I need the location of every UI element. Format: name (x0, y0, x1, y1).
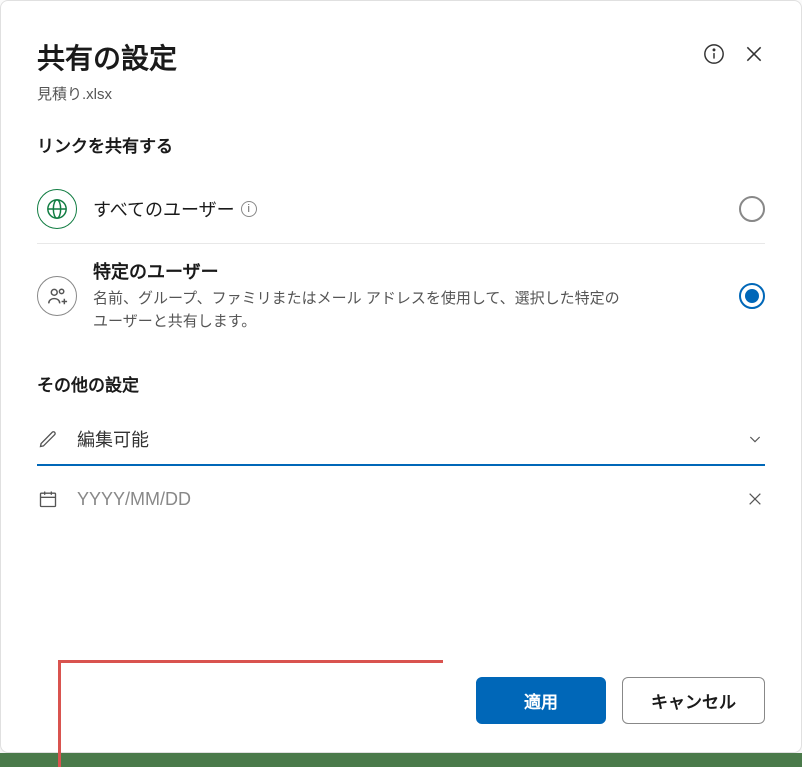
calendar-icon (37, 488, 59, 510)
callout-arrow-horizontal (58, 660, 443, 663)
dialog-footer: 適用 キャンセル (37, 657, 765, 724)
option-description: 名前、グループ、ファミリまたはメール アドレスを使用して、選択した特定のユーザー… (93, 288, 633, 333)
cancel-button[interactable]: キャンセル (622, 677, 765, 724)
dialog-title: 共有の設定 (37, 37, 703, 77)
option-label: 特定のユーザー (93, 258, 723, 284)
close-icon[interactable] (743, 43, 765, 65)
globe-icon (37, 189, 77, 229)
option-label-text: 特定のユーザー (93, 258, 219, 284)
link-section-title: リンクを共有する (37, 132, 765, 157)
link-share-section: リンクを共有する すべてのユーザー i (37, 132, 765, 347)
chevron-down-icon[interactable] (745, 429, 765, 449)
option-label: すべてのユーザー i (93, 196, 723, 222)
radio-unchecked[interactable] (739, 196, 765, 222)
header-text: 共有の設定 見積り.xlsx (37, 37, 703, 104)
header-actions (703, 43, 765, 65)
dialog-header: 共有の設定 見積り.xlsx (37, 37, 765, 104)
more-settings-section: その他の設定 編集可能 YYYY/MM/DD (37, 371, 765, 523)
filename-label: 見積り.xlsx (37, 83, 703, 104)
expiry-placeholder: YYYY/MM/DD (77, 489, 727, 510)
share-option-specific[interactable]: 特定のユーザー 名前、グループ、ファミリまたはメール アドレスを使用して、選択し… (37, 243, 765, 347)
expiry-date-field[interactable]: YYYY/MM/DD (37, 476, 765, 523)
option-body: 特定のユーザー 名前、グループ、ファミリまたはメール アドレスを使用して、選択し… (93, 258, 723, 333)
radio-checked[interactable] (739, 283, 765, 309)
share-option-anyone[interactable]: すべてのユーザー i (37, 175, 765, 243)
permission-value: 編集可能 (77, 426, 727, 452)
clear-icon[interactable] (745, 489, 765, 509)
info-icon[interactable]: i (241, 201, 257, 217)
option-label-text: すべてのユーザー (93, 196, 235, 222)
pencil-icon (37, 428, 59, 450)
share-settings-dialog: 共有の設定 見積り.xlsx リンクを共有する すべてのユーザー i (0, 0, 802, 753)
callout-arrow-vertical (58, 660, 61, 767)
apply-button[interactable]: 適用 (476, 677, 606, 724)
share-option-list: すべてのユーザー i 特定のユーザー 名前、グループ、ファミリまたはメール アド… (37, 175, 765, 347)
bottom-bar (0, 753, 802, 767)
people-add-icon (37, 276, 77, 316)
permission-select[interactable]: 編集可能 (37, 414, 765, 466)
option-body: すべてのユーザー i (93, 196, 723, 222)
more-section-title: その他の設定 (37, 371, 765, 396)
info-icon[interactable] (703, 43, 725, 65)
